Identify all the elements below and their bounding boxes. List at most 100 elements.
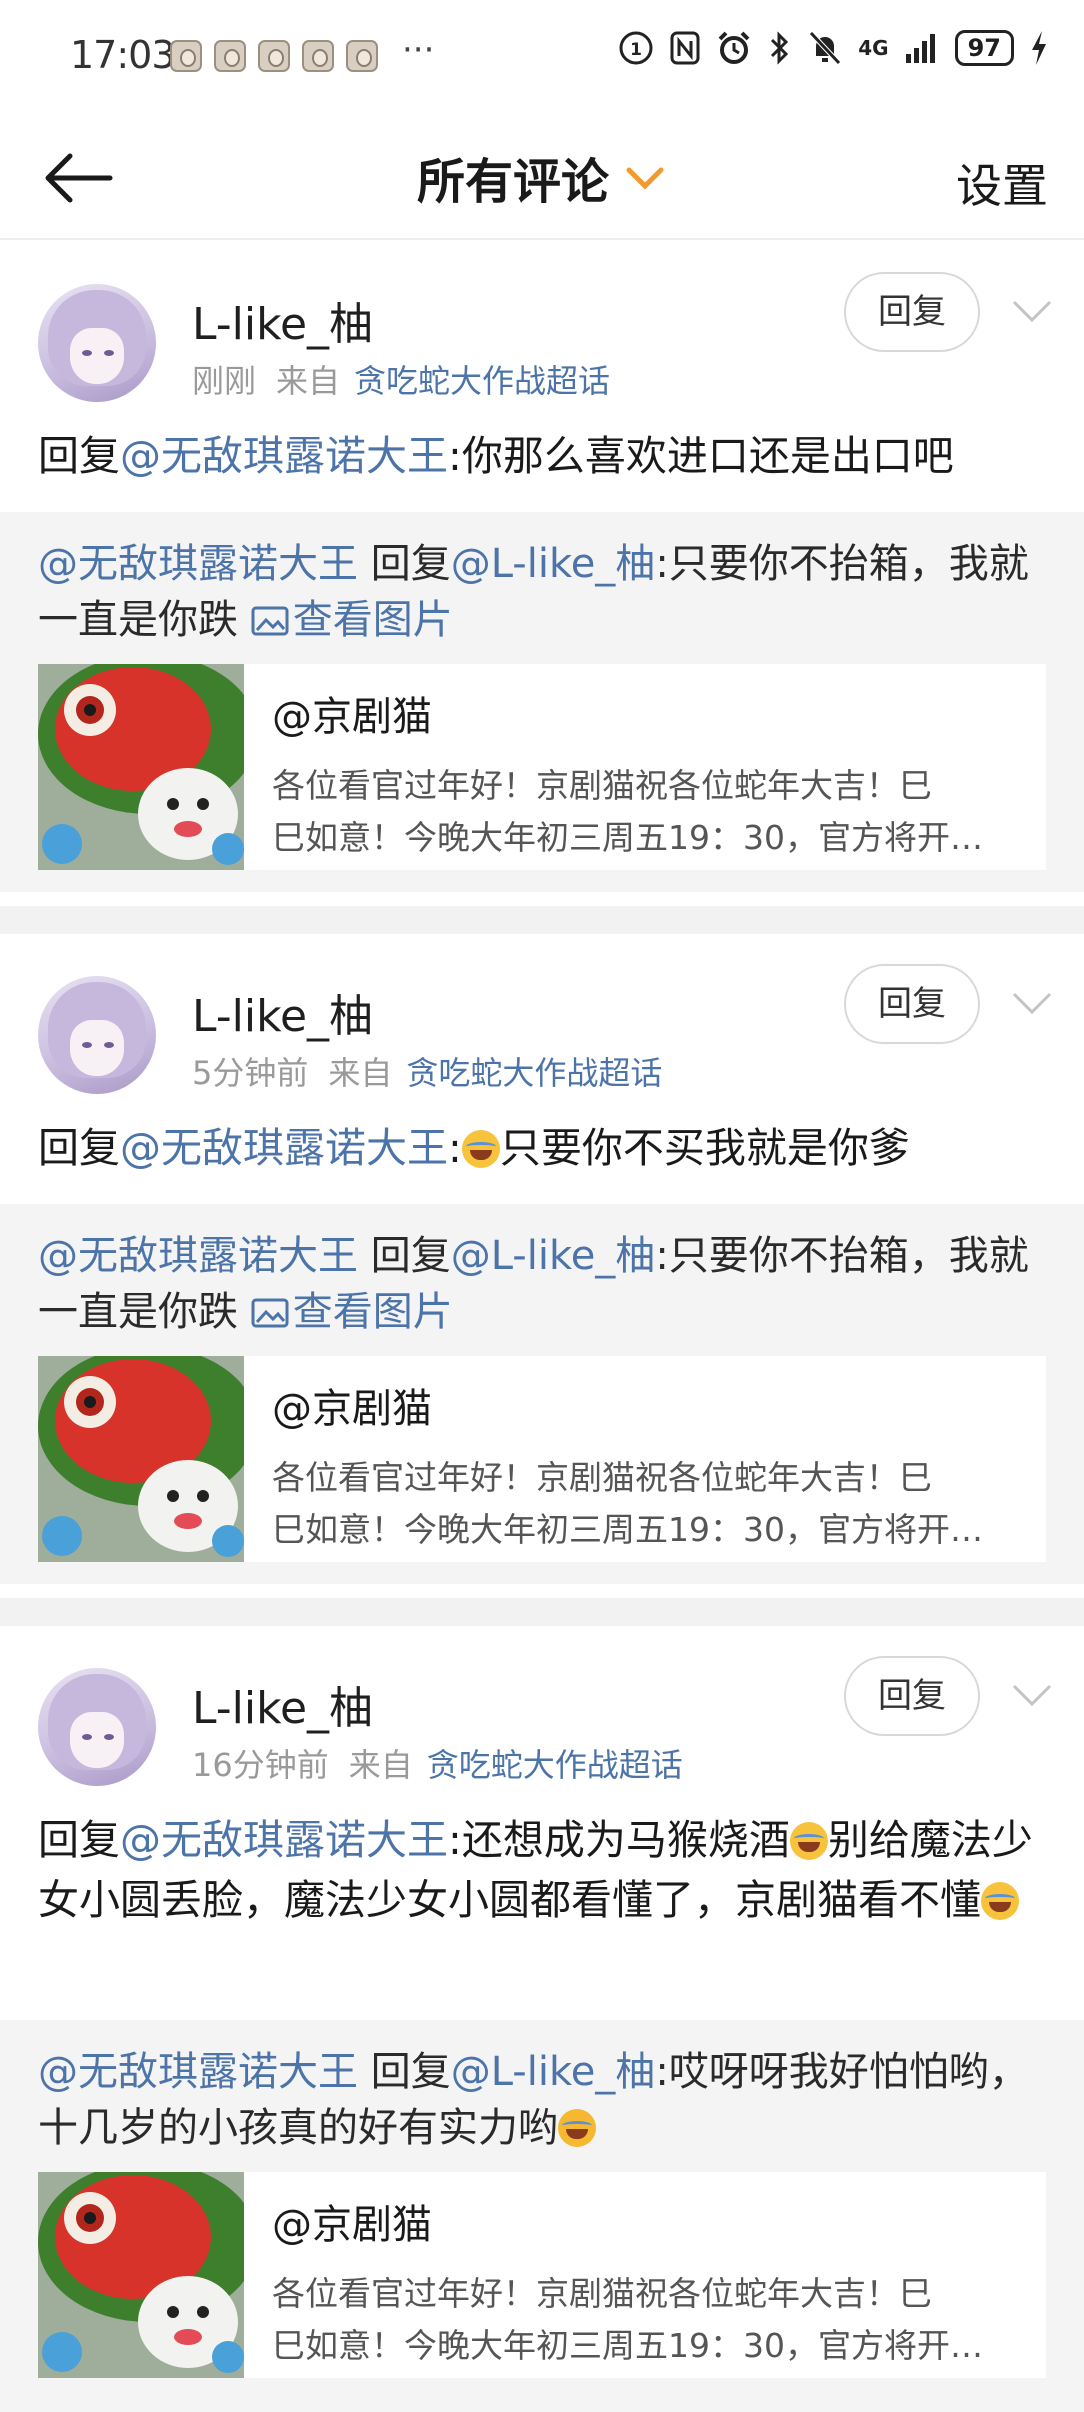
comment-content: 回复@无敌琪露诺大王: 只要你不买我就是你爹 bbox=[38, 1124, 910, 1172]
nfc-icon bbox=[670, 31, 700, 65]
bluetooth-icon bbox=[771, 31, 789, 65]
comment-card: L-like_柚 5分钟前 来自 贪吃蛇大作战超话 回复 回复@无敌琪露诺大王: 只要… bbox=[0, 934, 1084, 1594]
chevron-down-icon[interactable] bbox=[1010, 988, 1054, 1018]
hd-call-icon: 1 bbox=[619, 31, 653, 65]
shared-post-excerpt: 各位看官过年好！京剧猫祝各位蛇年大吉！巳 巳如意！今晚大年初三周五19：30，官方… bbox=[272, 766, 983, 857]
chevron-down-icon[interactable] bbox=[1010, 1680, 1054, 1710]
comment-card: L-like_柚 16分钟前 来自 贪吃蛇大作战超话 回复 回复@无敌琪露诺大王:还… bbox=[0, 1626, 1084, 2412]
view-picture-label: 查看图片 bbox=[292, 1289, 453, 1335]
reply-word: 回复 bbox=[370, 541, 451, 587]
source-topic-link[interactable]: 贪吃蛇大作战超话 bbox=[406, 1054, 662, 1092]
mention-link[interactable]: @L-like_柚 bbox=[451, 1233, 656, 1279]
shared-post-author: @京剧猫 bbox=[272, 1386, 432, 1432]
shared-post-thumbnail bbox=[38, 664, 244, 870]
source-label: 来自 bbox=[348, 1746, 413, 1784]
quoted-text: @无敌琪露诺大王 回复@L-like_柚:只要你不抬箱，我就一直是你跌 查看图片 bbox=[38, 1228, 1048, 1340]
divider bbox=[0, 906, 1084, 934]
comment-username[interactable]: L-like_柚 bbox=[192, 980, 373, 1044]
rofl-emoji-icon bbox=[558, 2109, 596, 2147]
comment-meta: 5分钟前 来自 贪吃蛇大作战超话 bbox=[192, 1048, 662, 1094]
status-time: 17:03 bbox=[70, 33, 176, 77]
reply-word: 回复 bbox=[370, 2049, 451, 2095]
comment-time: 刚刚 bbox=[192, 362, 257, 400]
source-label: 来自 bbox=[276, 362, 341, 400]
comment-text: 只要你不买我就是你爹 bbox=[499, 1124, 910, 1172]
signal-icon bbox=[905, 34, 935, 63]
shared-post-card[interactable]: @京剧猫 各位看官过年好！京剧猫祝各位蛇年大吉！巳 巳如意！今晚大年初三周五19：… bbox=[38, 2172, 1046, 2378]
reply-prefix: 回复 bbox=[38, 1816, 120, 1864]
view-picture-label: 查看图片 bbox=[292, 597, 453, 643]
laugh-cry-emoji-icon bbox=[981, 1882, 1019, 1920]
settings-button[interactable]: 设置 bbox=[956, 150, 1048, 216]
mention-link[interactable]: @无敌琪露诺大王 bbox=[38, 1233, 358, 1279]
quoted-comment[interactable]: @无敌琪露诺大王 回复@L-like_柚:只要你不抬箱，我就一直是你跌 查看图片… bbox=[0, 1204, 1084, 1584]
charging-icon bbox=[1032, 31, 1046, 65]
source-label: 来自 bbox=[328, 1054, 393, 1092]
quoted-text: @无敌琪露诺大王 回复@L-like_柚:只要你不抬箱，我就一直是你跌 查看图片 bbox=[38, 536, 1048, 648]
shared-post-excerpt: 各位看官过年好！京剧猫祝各位蛇年大吉！巳 巳如意！今晚大年初三周五19：30，官方… bbox=[272, 1458, 983, 1549]
more-notifications-indicator: ··· bbox=[402, 30, 435, 70]
comment-meta: 刚刚 来自 贪吃蛇大作战超话 bbox=[192, 356, 610, 402]
reply-button[interactable]: 回复 bbox=[844, 1656, 980, 1736]
shared-post-thumbnail bbox=[38, 1356, 244, 1562]
mention-link[interactable]: @无敌琪露诺大王 bbox=[38, 2049, 358, 2095]
mention-link[interactable]: @无敌琪露诺大王 bbox=[120, 432, 448, 480]
app-notification-icon bbox=[214, 40, 246, 72]
comment-text: :还想成为马猴烧酒 bbox=[448, 1816, 790, 1864]
battery-indicator: 97 bbox=[954, 30, 1014, 66]
avatar[interactable] bbox=[38, 284, 156, 402]
view-picture-link[interactable]: 查看图片 bbox=[251, 597, 453, 643]
mute-bell-icon bbox=[809, 31, 842, 65]
shared-post-card[interactable]: @京剧猫 各位看官过年好！京剧猫祝各位蛇年大吉！巳 巳如意！今晚大年初三周五19：… bbox=[38, 1356, 1046, 1562]
mention-link[interactable]: @L-like_柚 bbox=[451, 541, 656, 587]
avatar[interactable] bbox=[38, 976, 156, 1094]
shared-post-excerpt: 各位看官过年好！京剧猫祝各位蛇年大吉！巳 巳如意！今晚大年初三周五19：30，官方… bbox=[272, 2274, 983, 2365]
comment-meta: 16分钟前 来自 贪吃蛇大作战超话 bbox=[192, 1740, 683, 1786]
app-notification-icon bbox=[346, 40, 378, 72]
quoted-comment[interactable]: @无敌琪露诺大王 回复@L-like_柚:哎呀呀我好怕怕哟，十几岁的小孩真的好有… bbox=[0, 2020, 1084, 2412]
app-notification-icon bbox=[302, 40, 334, 72]
chevron-down-icon[interactable] bbox=[1010, 296, 1054, 326]
svg-text:1: 1 bbox=[630, 40, 642, 60]
image-icon bbox=[251, 1298, 289, 1328]
comment-username[interactable]: L-like_柚 bbox=[192, 288, 373, 352]
shared-post-thumbnail bbox=[38, 2172, 244, 2378]
laugh-cry-emoji-icon bbox=[461, 1130, 500, 1168]
quoted-comment[interactable]: @无敌琪露诺大王 回复@L-like_柚:只要你不抬箱，我就一直是你跌 查看图片… bbox=[0, 512, 1084, 892]
laugh-cry-emoji-icon bbox=[789, 1822, 828, 1860]
source-topic-link[interactable]: 贪吃蛇大作战超话 bbox=[427, 1746, 683, 1784]
shared-post-card[interactable]: @京剧猫 各位看官过年好！京剧猫祝各位蛇年大吉！巳 巳如意！今晚大年初三周五19：… bbox=[38, 664, 1046, 870]
divider bbox=[0, 1598, 1084, 1626]
app-notification-icon bbox=[170, 40, 202, 72]
avatar[interactable] bbox=[38, 1668, 156, 1786]
app-notification-icon bbox=[258, 40, 290, 72]
comment-text: :你那么喜欢进口还是出口吧 bbox=[448, 432, 954, 480]
comment-filter-dropdown[interactable]: 所有评论 bbox=[417, 142, 667, 212]
view-picture-link[interactable]: 查看图片 bbox=[251, 1289, 453, 1335]
mention-link[interactable]: @无敌琪露诺大王 bbox=[120, 1124, 448, 1172]
reply-prefix: 回复 bbox=[38, 1124, 120, 1172]
shared-post-author: @京剧猫 bbox=[272, 2202, 432, 2248]
alarm-icon bbox=[718, 31, 750, 64]
status-bar: 17:03 ··· 1 4G 97 bbox=[0, 0, 1084, 110]
source-topic-link[interactable]: 贪吃蛇大作战超话 bbox=[354, 362, 610, 400]
image-icon bbox=[251, 606, 289, 636]
system-status-icons: 1 4G 97 bbox=[618, 30, 1048, 66]
mention-link[interactable]: @无敌琪露诺大王 bbox=[38, 541, 358, 587]
reply-button[interactable]: 回复 bbox=[844, 272, 980, 352]
mention-link[interactable]: @L-like_柚 bbox=[451, 2049, 656, 2095]
network-type-label: 4G bbox=[858, 36, 889, 60]
title-bar: 所有评论 设置 bbox=[0, 110, 1084, 240]
comment-content: 回复@无敌琪露诺大王:还想成为马猴烧酒 别给魔法少女小圆丢脸，魔法少女小圆都看懂了… bbox=[38, 1810, 1048, 1930]
comment-content: 回复@无敌琪露诺大王:你那么喜欢进口还是出口吧 bbox=[38, 426, 1048, 486]
comment-card: L-like_柚 刚刚 来自 贪吃蛇大作战超话 回复 回复@无敌琪露诺大王:你那么喜… bbox=[0, 242, 1084, 922]
page-title: 所有评论 bbox=[416, 154, 609, 210]
mention-link[interactable]: @无敌琪露诺大王 bbox=[120, 1816, 448, 1864]
comment-time: 5分钟前 bbox=[192, 1054, 309, 1092]
comment-username[interactable]: L-like_柚 bbox=[192, 1672, 373, 1736]
quoted-text: @无敌琪露诺大王 回复@L-like_柚:哎呀呀我好怕怕哟，十几岁的小孩真的好有… bbox=[38, 2044, 1048, 2156]
reply-prefix: 回复 bbox=[38, 432, 120, 480]
comment-time: 16分钟前 bbox=[192, 1746, 329, 1784]
reply-button[interactable]: 回复 bbox=[844, 964, 980, 1044]
shared-post-author: @京剧猫 bbox=[272, 694, 432, 740]
